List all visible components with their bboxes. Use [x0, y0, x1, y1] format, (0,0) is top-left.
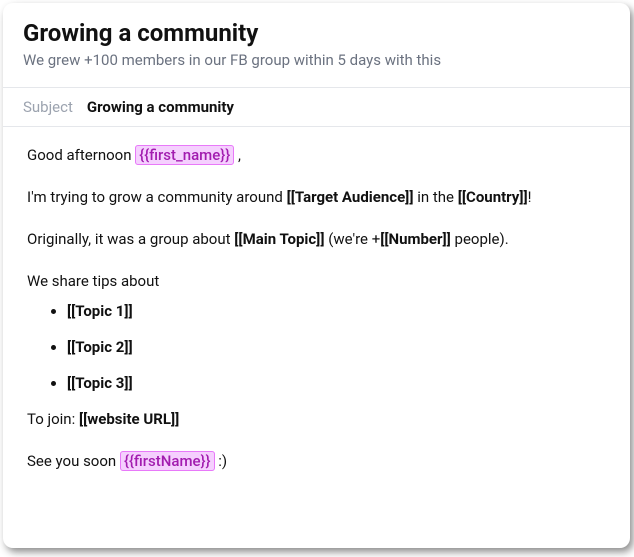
closing-text-b: :)	[215, 452, 228, 470]
placeholder-topic-1[interactable]: [[Topic 1]]	[67, 299, 606, 323]
variable-first-name[interactable]: {{first_name}}	[135, 145, 234, 165]
topics-list: [[Topic 1]] [[Topic 2]] [[Topic 3]]	[27, 299, 606, 395]
variable-firstname[interactable]: {{firstName}}	[120, 451, 215, 471]
closing-text-a: See you soon	[27, 452, 120, 470]
subject-value: Growing a community	[87, 98, 234, 116]
origin-line: Originally, it was a group about [[Main …	[27, 227, 606, 251]
placeholder-target-audience[interactable]: [[Target Audience]]	[287, 188, 414, 206]
placeholder-topic-2[interactable]: [[Topic 2]]	[67, 335, 606, 359]
placeholder-website-url[interactable]: [[website URL]]	[79, 410, 179, 428]
origin-text-c: people).	[451, 230, 509, 248]
join-line: To join: [[website URL]]	[27, 407, 606, 431]
greeting-suffix: ,	[234, 146, 241, 164]
template-subtitle: We grew +100 members in our FB group wit…	[23, 51, 610, 69]
greeting-line: Good afternoon {{first_name}} ,	[27, 143, 606, 167]
intro-text-c: !	[528, 188, 532, 206]
origin-text-b: (we're +	[324, 230, 380, 248]
subject-label: Subject	[23, 98, 73, 116]
placeholder-main-topic[interactable]: [[Main Topic]]	[234, 230, 324, 248]
intro-text-b: in the	[413, 188, 457, 206]
intro-text-a: I'm trying to grow a community around	[27, 188, 287, 206]
placeholder-topic-3[interactable]: [[Topic 3]]	[67, 371, 606, 395]
template-card: Growing a community We grew +100 members…	[3, 3, 630, 548]
share-intro: We share tips about	[27, 269, 606, 293]
intro-line: I'm trying to grow a community around [[…	[27, 185, 606, 209]
join-text: To join:	[27, 410, 79, 428]
template-body: Good afternoon {{first_name}} , I'm tryi…	[3, 127, 630, 511]
subject-bar: Subject Growing a community	[3, 87, 630, 127]
placeholder-number[interactable]: [[Number]]	[380, 230, 451, 248]
greeting-prefix: Good afternoon	[27, 146, 135, 164]
card-header: Growing a community We grew +100 members…	[3, 3, 630, 81]
placeholder-country[interactable]: [[Country]]	[458, 188, 528, 206]
origin-text-a: Originally, it was a group about	[27, 230, 234, 248]
template-title: Growing a community	[23, 19, 610, 47]
closing-line: See you soon {{firstName}} :)	[27, 449, 606, 473]
